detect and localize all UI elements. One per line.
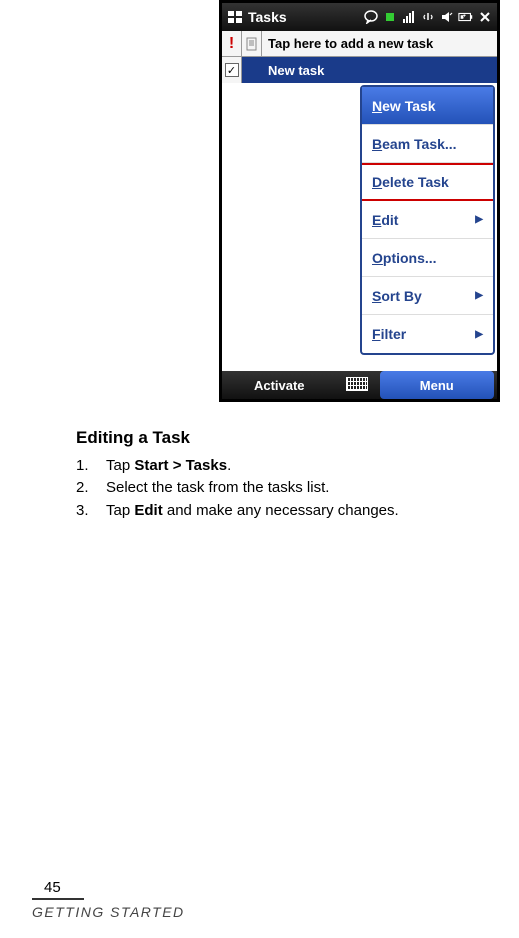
submenu-arrow-icon: ▶ — [475, 329, 483, 340]
titlebar: Tasks — [222, 3, 497, 31]
menu-item-delete-task[interactable]: Delete Task — [362, 163, 493, 201]
task-note-cell — [242, 57, 262, 83]
step-1: 1.Tap Start > Tasks. — [76, 456, 489, 476]
mobile-screenshot: Tasks — [219, 0, 500, 402]
page-footer: 45 Getting Started — [32, 879, 185, 920]
page-number: 45 — [44, 879, 185, 896]
task-row[interactable]: ✓ New task — [222, 57, 497, 83]
windows-icon — [226, 8, 244, 26]
status-icons — [363, 9, 493, 25]
bottom-bar: Activate Menu — [222, 371, 497, 399]
task-checkbox-cell[interactable]: ✓ — [222, 57, 242, 83]
menu-item-filter[interactable]: Filter▶ — [362, 315, 493, 353]
step-3: 3.Tap Edit and make any necessary change… — [76, 501, 489, 521]
menu-item-beam-task[interactable]: Beam Task... — [362, 125, 493, 163]
task-label: New task — [262, 63, 324, 78]
keyboard-icon — [346, 377, 368, 391]
speaker-icon — [439, 9, 455, 25]
green-status-icon — [382, 9, 398, 25]
menu-item-edit[interactable]: Edit▶ — [362, 201, 493, 239]
steps-list: 1.Tap Start > Tasks.2.Select the task fr… — [76, 456, 489, 521]
footer-section-label: Getting Started — [32, 904, 185, 920]
footer-rule — [32, 898, 84, 900]
submenu-arrow-icon: ▶ — [475, 214, 483, 225]
submenu-arrow-icon: ▶ — [475, 290, 483, 301]
task-list-area: New TaskBeam Task...Delete TaskEdit▶Opti… — [222, 83, 497, 371]
task-checkbox[interactable]: ✓ — [225, 63, 239, 77]
menu-item-new-task[interactable]: New Task — [362, 87, 493, 125]
keyboard-button[interactable] — [337, 377, 377, 394]
app-title: Tasks — [248, 9, 287, 25]
add-task-row[interactable]: ! Tap here to add a new task — [222, 31, 497, 57]
note-column-header — [242, 31, 262, 56]
close-icon[interactable] — [477, 9, 493, 25]
body-content: Editing a Task 1.Tap Start > Tasks.2.Sel… — [76, 428, 489, 523]
section-title: Editing a Task — [76, 428, 489, 448]
menu-item-options[interactable]: Options... — [362, 239, 493, 277]
chat-icon — [363, 9, 379, 25]
context-menu: New TaskBeam Task...Delete TaskEdit▶Opti… — [360, 85, 495, 355]
signal-icon — [401, 9, 417, 25]
step-2: 2.Select the task from the tasks list. — [76, 478, 489, 498]
battery-icon — [458, 9, 474, 25]
wifi-icon — [420, 9, 436, 25]
menu-item-sort-by[interactable]: Sort By▶ — [362, 277, 493, 315]
activate-softkey[interactable]: Activate — [222, 378, 337, 393]
add-task-placeholder[interactable]: Tap here to add a new task — [262, 36, 497, 51]
priority-column-header: ! — [222, 31, 242, 56]
menu-softkey[interactable]: Menu — [380, 371, 495, 399]
